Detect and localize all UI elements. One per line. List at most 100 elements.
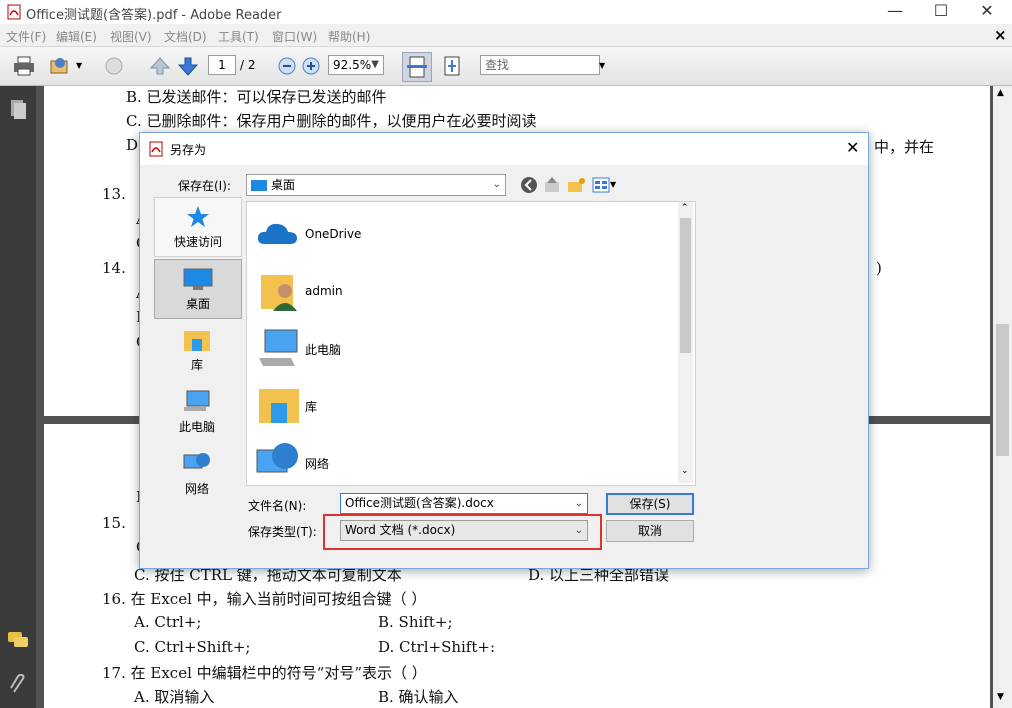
file-name: admin	[305, 284, 343, 298]
zoom-level: 92.5%	[333, 58, 372, 72]
pdf-icon	[149, 141, 163, 157]
file-list: OneDrive admin 此电脑 库 网络	[246, 201, 696, 486]
comments-icon[interactable]	[6, 630, 30, 650]
navigation-panel	[0, 86, 36, 708]
cancel-button[interactable]: 取消	[606, 520, 694, 542]
filetype-label: 保存类型(T):	[248, 525, 317, 539]
list-item-admin[interactable]: admin	[253, 267, 673, 317]
scroll-up-icon[interactable]: ⌃	[681, 203, 689, 213]
next-page-icon[interactable]	[176, 55, 200, 77]
place-label: 库	[190, 358, 203, 372]
chevron-down-icon[interactable]: ▼	[610, 180, 616, 189]
doc-line: 14.	[102, 259, 126, 277]
filetype-value: Word 文档 (*.docx)	[345, 523, 456, 537]
window-title: Office测试题(含答案).pdf - Adobe Reader	[26, 8, 282, 23]
place-desktop[interactable]: 桌面	[154, 259, 242, 319]
menu-edit[interactable]: 编辑(E)	[56, 28, 97, 45]
filetype-select[interactable]: Word 文档 (*.docx) ⌄	[340, 520, 588, 541]
menu-help[interactable]: 帮助(H)	[328, 28, 370, 45]
scroll-down-icon[interactable]: ▼	[997, 692, 1004, 702]
list-item-onedrive[interactable]: OneDrive	[253, 210, 673, 260]
list-item-network[interactable]: 网络	[253, 438, 673, 488]
back-icon[interactable]	[520, 176, 538, 194]
network-icon	[256, 443, 298, 473]
up-folder-icon[interactable]	[543, 176, 561, 194]
doc-line: 中，并在	[874, 138, 935, 156]
doc-line: D. Ctrl+Shift+:	[378, 638, 496, 656]
file-list-scrollbar[interactable]: ⌃ ⌄	[678, 202, 693, 483]
toolbar: ▼ 1 / 2 92.5% ▼ 查找 ▼	[0, 47, 1012, 86]
list-item-this-pc[interactable]: 此电脑	[253, 324, 673, 374]
dialog-close-button[interactable]: ✕	[846, 138, 859, 157]
chevron-down-icon: ⌄	[574, 498, 583, 509]
pages-icon[interactable]	[8, 98, 28, 120]
file-name: 库	[305, 400, 318, 414]
list-item-library[interactable]: 库	[253, 381, 673, 431]
chevron-down-icon: ⌄	[492, 179, 501, 190]
maximize-button[interactable]: ☐	[918, 0, 964, 24]
zoom-level-combo[interactable]: 92.5% ▼	[328, 55, 384, 75]
fit-page-icon[interactable]	[440, 55, 464, 77]
print-icon[interactable]	[12, 55, 36, 77]
zoom-out-icon[interactable]	[276, 55, 300, 77]
scroll-up-icon[interactable]: ▲	[997, 88, 1004, 98]
email-icon[interactable]	[48, 55, 72, 77]
file-name: 此电脑	[305, 343, 342, 357]
filename-label: 文件名(N):	[248, 499, 307, 513]
place-this-pc[interactable]: 此电脑	[154, 389, 240, 447]
search-input[interactable]: 查找	[480, 55, 600, 75]
doc-line: 17. 在 Excel 中编辑栏中的符号“对号”表示（ ）	[102, 664, 427, 682]
computer-icon	[259, 329, 298, 366]
menu-view[interactable]: 视图(V)	[110, 28, 152, 45]
scroll-down-icon[interactable]: ⌄	[681, 466, 689, 476]
place-library[interactable]: 库	[154, 327, 240, 385]
place-label: 网络	[184, 482, 209, 496]
previous-page-icon[interactable]	[148, 55, 172, 77]
desktop-icon	[251, 180, 267, 191]
filename-input[interactable]: Office测试题(含答案).docx ⌄	[340, 493, 588, 514]
dialog-title: 另存为	[170, 143, 207, 157]
filename-value: Office测试题(含答案).docx	[345, 496, 494, 510]
place-label: 此电脑	[178, 420, 215, 434]
document-scrollbar[interactable]: ▲ ▼	[993, 86, 1012, 708]
user-folder-icon	[261, 275, 297, 311]
email-dropdown-icon[interactable]: ▼	[76, 61, 82, 70]
place-quick-access[interactable]: 快速访问	[154, 197, 242, 257]
dialog-title-bar: 另存为 ✕	[140, 133, 868, 165]
menu-document[interactable]: 文档(D)	[164, 28, 207, 45]
network-icon	[183, 453, 210, 469]
menu-file[interactable]: 文件(F)	[6, 28, 46, 45]
file-name: 网络	[305, 457, 330, 471]
new-folder-icon[interactable]	[566, 176, 586, 194]
doc-line: B. Shift+;	[378, 613, 453, 631]
library-icon	[184, 331, 210, 351]
scrollbar-thumb[interactable]	[680, 218, 691, 353]
menu-window[interactable]: 窗口(W)	[272, 28, 317, 45]
save-in-combo[interactable]: 桌面 ⌄	[246, 174, 506, 196]
scrollbar-thumb[interactable]	[996, 324, 1009, 456]
doc-line: C. Ctrl+Shift+;	[134, 638, 251, 656]
minimize-button[interactable]: —	[872, 0, 918, 24]
menu-close-icon[interactable]: ×	[994, 26, 1007, 44]
fit-width-icon[interactable]	[402, 52, 432, 82]
place-label: 桌面	[185, 297, 210, 311]
doc-line: C. 已删除邮件：保存用户删除的邮件，以便用户在必要时阅读	[126, 112, 537, 130]
page-number-input[interactable]: 1	[208, 55, 236, 75]
attachment-icon[interactable]	[8, 674, 28, 696]
chevron-down-icon: ⌄	[574, 525, 583, 536]
close-button[interactable]: ✕	[964, 0, 1010, 24]
collaborate-icon	[105, 57, 123, 75]
doc-line: A. Ctrl+;	[134, 613, 202, 631]
library-icon	[259, 389, 299, 423]
place-network[interactable]: 网络	[154, 451, 240, 509]
chevron-down-icon: ▼	[371, 59, 379, 70]
places-bar: 快速访问 桌面 库 此电脑 网络	[154, 197, 242, 557]
menu-tools[interactable]: 工具(T)	[218, 28, 259, 45]
doc-line: B. 已发送邮件：可以保存已发送的邮件	[126, 88, 387, 106]
star-icon	[187, 206, 209, 227]
search-dropdown-icon[interactable]: ▼	[599, 61, 605, 70]
menu-bar: 文件(F) 编辑(E) 视图(V) 文档(D) 工具(T) 窗口(W) 帮助(H…	[0, 24, 1012, 47]
view-menu-icon[interactable]	[592, 177, 610, 193]
save-button[interactable]: 保存(S)	[606, 493, 694, 515]
zoom-in-icon[interactable]	[300, 55, 324, 77]
